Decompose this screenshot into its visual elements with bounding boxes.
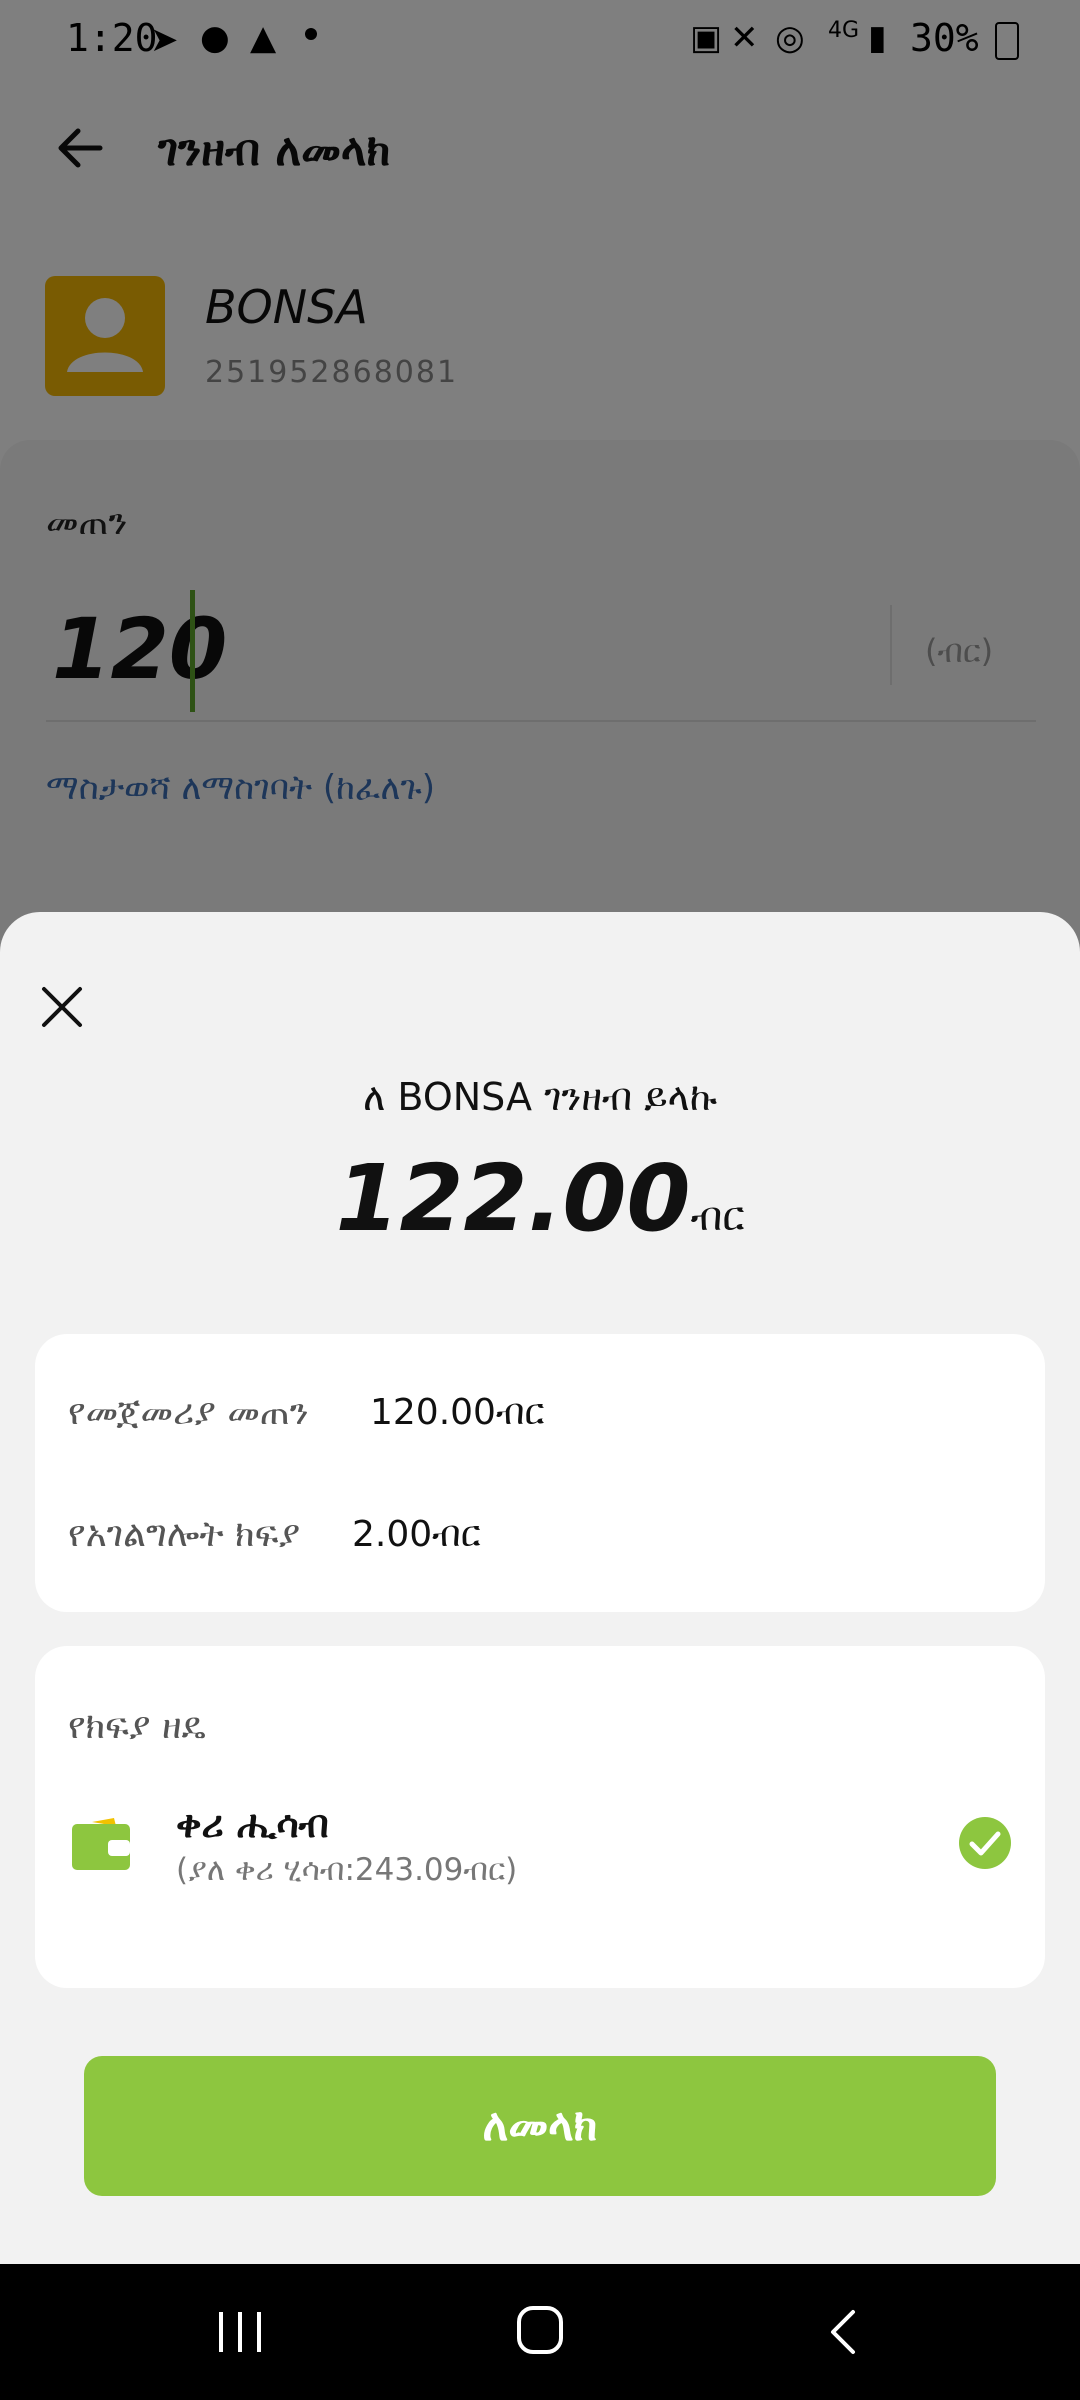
wallet-icon (72, 1818, 130, 1870)
back-nav-icon[interactable] (825, 2308, 859, 2356)
initial-amount-label: የመጀመሪያ መጠን (68, 1392, 309, 1433)
total-amount-display: 122.00ብር (0, 1145, 1080, 1252)
close-icon[interactable] (38, 983, 86, 1031)
total-amount: 122.00 (335, 1145, 691, 1252)
payment-method-title: የክፍያ ዘዴ (68, 1706, 206, 1747)
payment-method-name: ቀሪ ሒሳብ (176, 1802, 329, 1846)
initial-amount-value: 120.00ብር (370, 1392, 545, 1433)
total-unit: ብር (690, 1194, 745, 1240)
recents-icon[interactable] (215, 2310, 265, 2354)
sheet-title: ለ BONSA ገንዘብ ይላኩ (363, 1075, 717, 1119)
payment-method-balance: (ያለ ቀሪ ሂሳብ:243.09ብር) (176, 1852, 518, 1888)
send-button[interactable]: ለመላክ (84, 2056, 996, 2196)
service-fee-value: 2.00ብር (352, 1514, 481, 1555)
breakdown-card (35, 1334, 1045, 1612)
check-circle-icon[interactable] (958, 1816, 1012, 1870)
home-icon[interactable] (515, 2304, 565, 2356)
service-fee-label: የአገልግሎት ክፍያ (68, 1514, 301, 1555)
